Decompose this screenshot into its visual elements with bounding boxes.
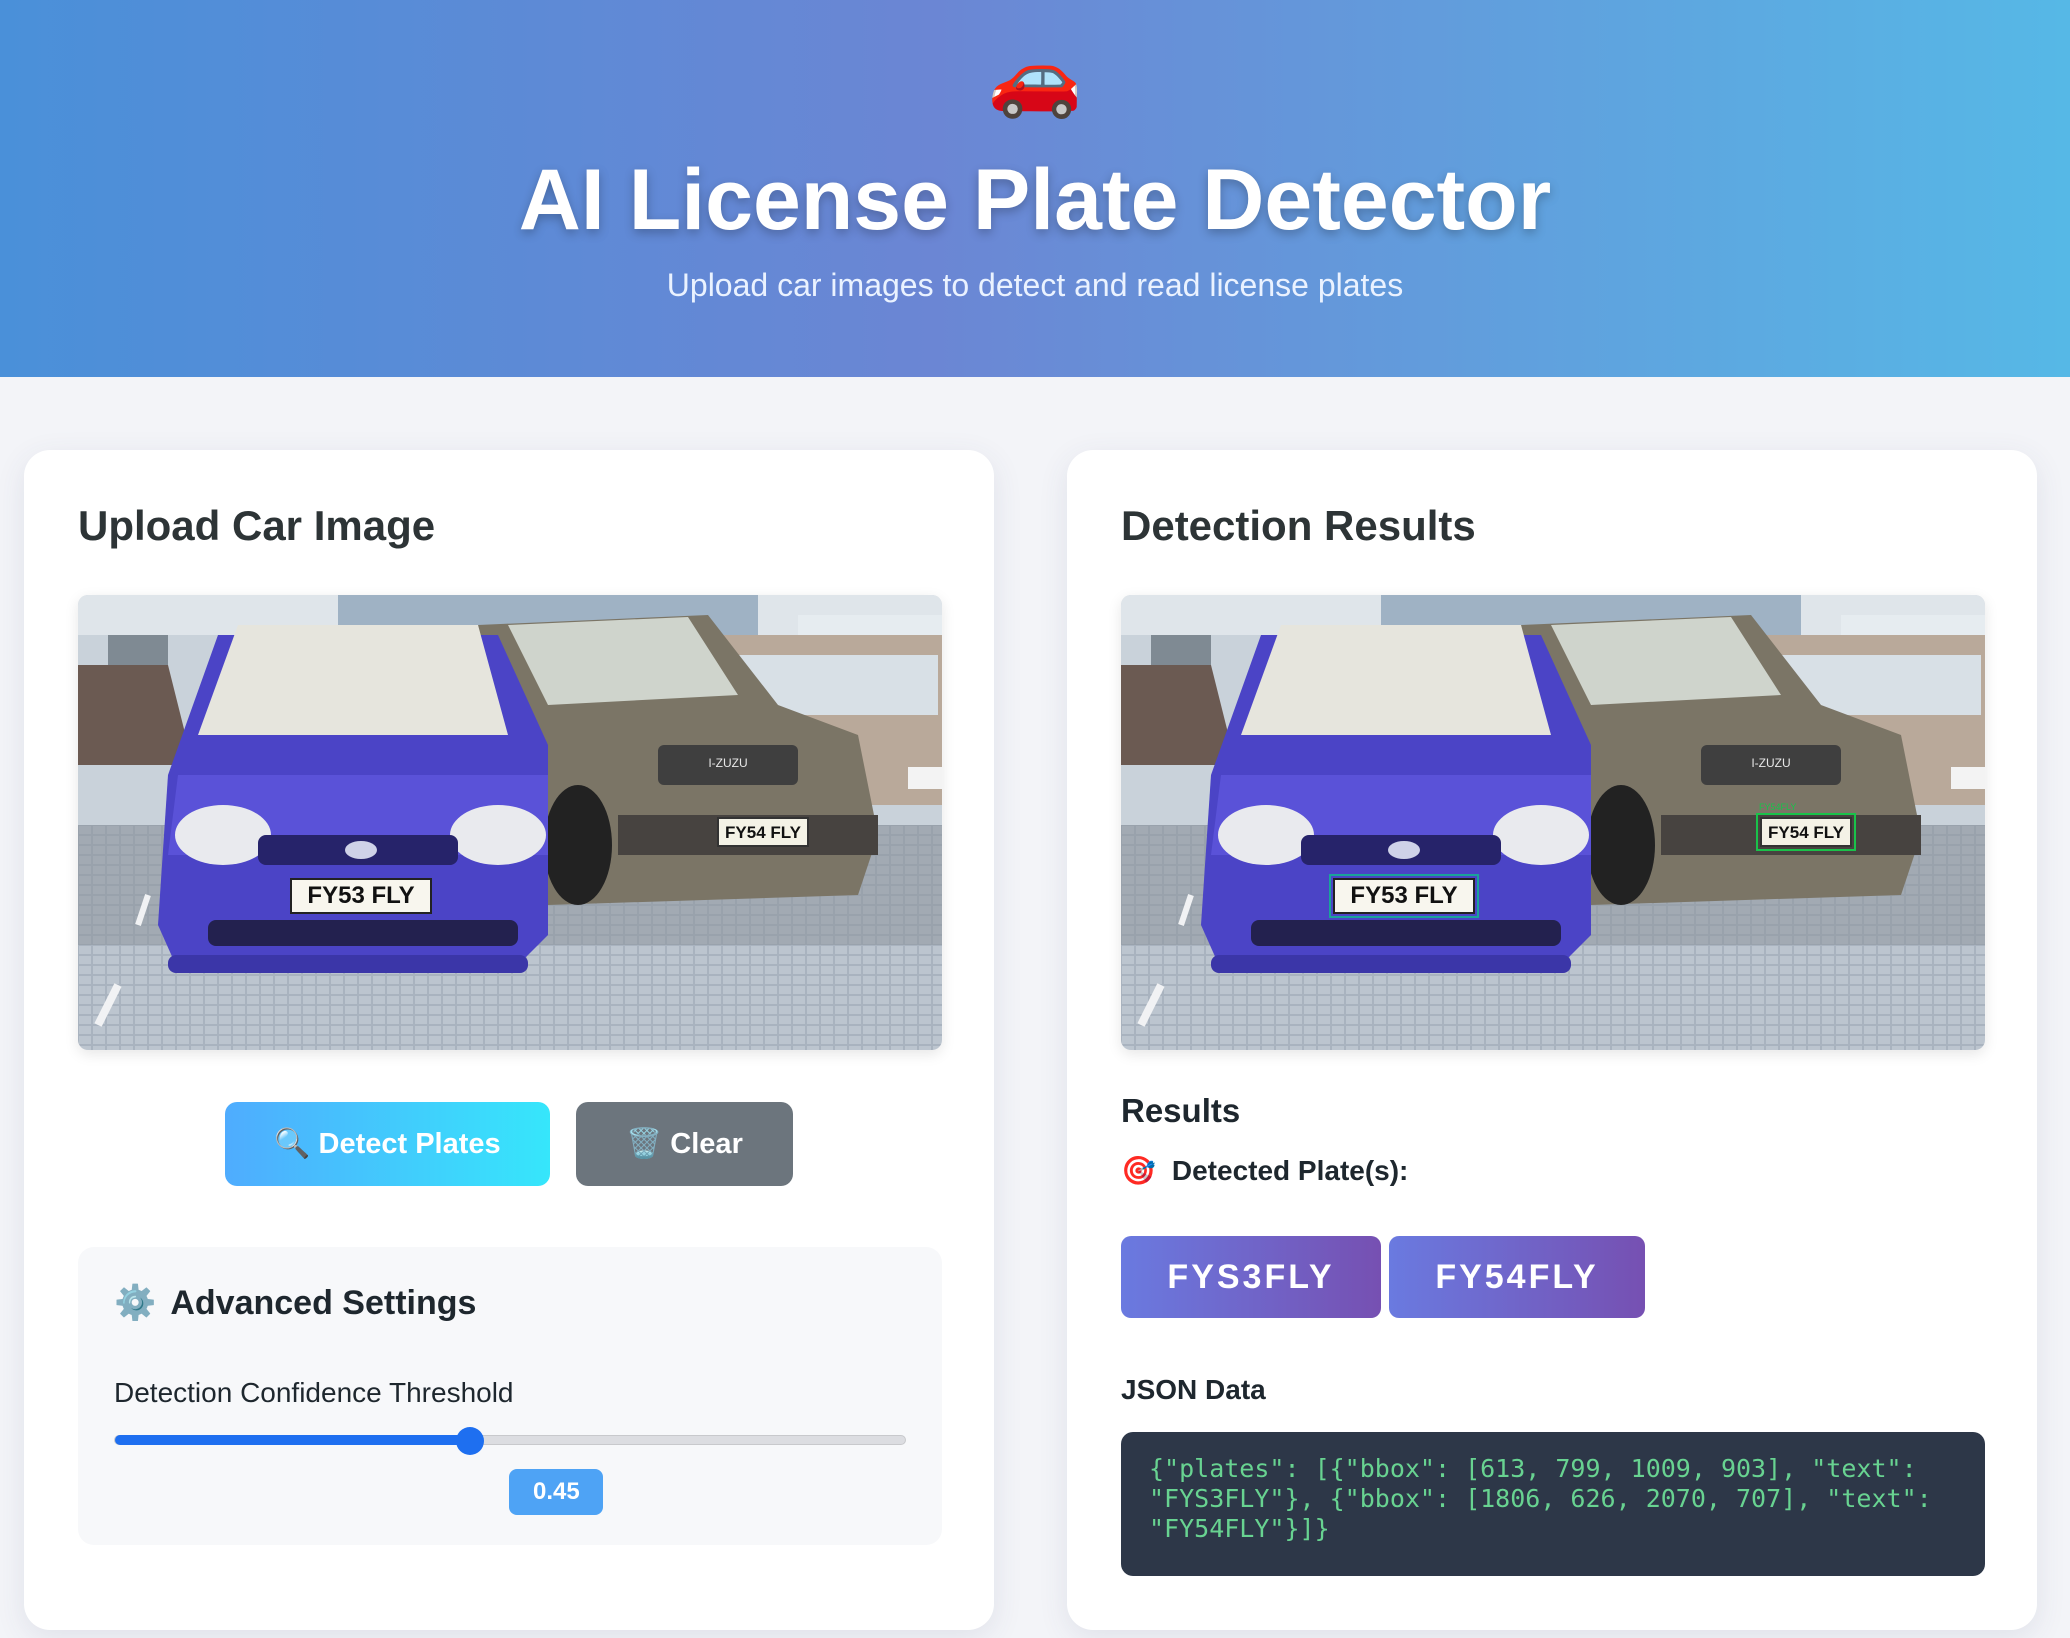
rear-plate-text: FY54 FLY bbox=[725, 823, 802, 842]
upload-card: Upload Car Image I-ZUZU FY54 FLY FY53 FL… bbox=[24, 450, 994, 1630]
svg-text:I-ZUZU: I-ZUZU bbox=[708, 756, 747, 770]
results-subtitle: Results bbox=[1121, 1092, 1241, 1129]
plate-badge: FYS3FLY bbox=[1121, 1236, 1381, 1318]
detect-plates-button[interactable]: 🔍 Detect Plates bbox=[225, 1102, 550, 1186]
plate-badge: FY54FLY bbox=[1389, 1236, 1645, 1318]
results-card: Detection Results I-ZUZU FY54 FLY FY54FL… bbox=[1067, 450, 2037, 1630]
detected-plates-text: Detected Plate(s): bbox=[1171, 1155, 1409, 1186]
threshold-label: Detection Confidence Threshold bbox=[114, 1377, 514, 1408]
clear-button[interactable]: 🗑️ Clear bbox=[576, 1102, 793, 1186]
gear-icon: ⚙️ bbox=[114, 1284, 157, 1322]
json-output: {"plates": [{"bbox": [613, 799, 1009, 90… bbox=[1121, 1432, 1985, 1576]
advanced-settings-title: ⚙️ Advanced Settings bbox=[114, 1281, 476, 1325]
annotated-front-plate-text: FY53 FLY bbox=[1350, 882, 1457, 909]
uploaded-car-image[interactable]: I-ZUZU FY54 FLY FY53 FLY bbox=[78, 595, 942, 1050]
results-title: Detection Results bbox=[1121, 502, 1476, 549]
annotated-rear-plate-text: FY54 FLY bbox=[1768, 823, 1845, 842]
advanced-settings-label: Advanced Settings bbox=[170, 1284, 477, 1322]
page-title: AI License Plate Detector bbox=[518, 152, 1552, 248]
threshold-slider-thumb[interactable] bbox=[456, 1427, 485, 1455]
annotated-photo-illustration: I-ZUZU FY54 FLY FY54FLY FY53 FLY bbox=[1121, 595, 1985, 1050]
front-plate-text: FY53 FLY bbox=[307, 882, 414, 909]
rear-plate-bbox-label: FY54FLY bbox=[1759, 802, 1796, 812]
car-photo-illustration: I-ZUZU FY54 FLY FY53 FLY bbox=[78, 595, 942, 1050]
json-data-title: JSON Data bbox=[1121, 1374, 1266, 1405]
svg-text:I-ZUZU: I-ZUZU bbox=[1751, 756, 1790, 770]
threshold-slider-track[interactable] bbox=[114, 1435, 906, 1445]
target-icon: 🎯 bbox=[1121, 1155, 1156, 1186]
annotated-car-image: I-ZUZU FY54 FLY FY54FLY FY53 FLY bbox=[1121, 595, 1985, 1050]
detected-plates-label: 🎯 Detected Plate(s): bbox=[1121, 1152, 1408, 1190]
threshold-value-badge: 0.45 bbox=[509, 1469, 604, 1515]
car-icon: 🚗 bbox=[987, 35, 1083, 120]
threshold-slider-fill bbox=[115, 1435, 472, 1445]
page-subtitle: Upload car images to detect and read lic… bbox=[666, 267, 1404, 303]
page-header: 🚗 AI License Plate Detector Upload car i… bbox=[0, 0, 2070, 377]
advanced-settings-panel: ⚙️ Advanced Settings Detection Confidence… bbox=[78, 1247, 942, 1545]
upload-title: Upload Car Image bbox=[78, 502, 436, 549]
